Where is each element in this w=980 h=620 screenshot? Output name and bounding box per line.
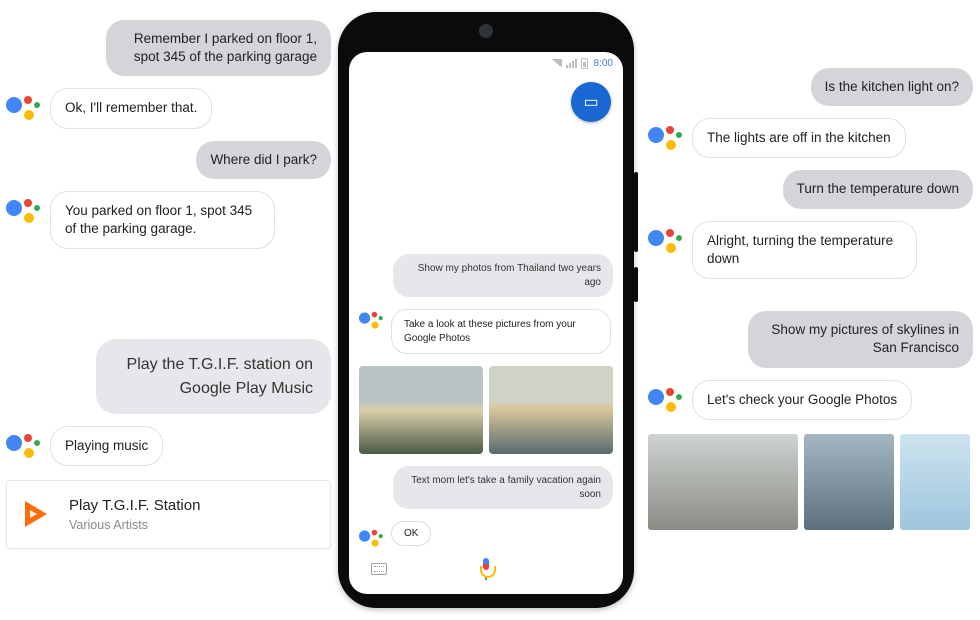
photo-thumbnail[interactable] <box>648 434 798 530</box>
user-message: Text mom let's take a family vacation ag… <box>393 466 613 509</box>
user-message: Show my photos from Thailand two years a… <box>393 254 613 297</box>
assistant-logo-icon <box>648 122 684 150</box>
signal-icon <box>566 59 577 68</box>
music-artist: Various Artists <box>69 518 200 532</box>
chat-icon: ▭ <box>583 92 598 112</box>
ok-chip[interactable]: OK <box>391 521 431 546</box>
wifi-icon <box>552 59 562 67</box>
phone-screen: 8:00 ▭ Show my photos from Thailand two … <box>349 52 623 594</box>
status-bar: 8:00 <box>349 52 623 74</box>
assistant-message: Alright, turning the temperature down <box>692 221 917 279</box>
assistant-logo-icon <box>648 384 684 412</box>
photo-thumbnail[interactable] <box>900 434 970 530</box>
battery-icon <box>581 58 588 69</box>
assistant-logo-icon <box>648 225 684 253</box>
keyboard-icon[interactable] <box>371 563 387 575</box>
user-message: Turn the temperature down <box>783 170 973 208</box>
photo-results[interactable] <box>648 434 973 530</box>
phone-mockup: 8:00 ▭ Show my photos from Thailand two … <box>338 0 643 620</box>
assistant-logo-icon <box>359 309 384 329</box>
assistant-logo-icon <box>359 527 384 547</box>
assistant-message: Take a look at these pictures from your … <box>391 309 611 354</box>
mic-icon[interactable] <box>479 558 493 580</box>
play-music-icon <box>25 501 51 527</box>
assistant-message: Let's check your Google Photos <box>692 380 912 420</box>
photo-results[interactable] <box>359 366 613 454</box>
status-clock: 8:00 <box>594 58 613 69</box>
assistant-message: You parked on floor 1, spot 345 of the p… <box>50 191 275 249</box>
user-message: Is the kitchen light on? <box>811 68 973 106</box>
left-conversation: Remember I parked on floor 1, spot 345 o… <box>6 0 331 620</box>
messages-fab[interactable]: ▭ <box>571 82 611 122</box>
right-conversation: Is the kitchen light on? The lights are … <box>648 0 973 620</box>
music-card[interactable]: Play T.G.I.F. Station Various Artists <box>6 480 331 549</box>
photo-thumbnail[interactable] <box>489 366 613 454</box>
assistant-message: The lights are off in the kitchen <box>692 118 906 158</box>
assistant-logo-icon <box>6 92 42 120</box>
assistant-message: Ok, I'll remember that. <box>50 88 212 128</box>
music-title: Play T.G.I.F. Station <box>69 497 200 514</box>
photo-thumbnail[interactable] <box>804 434 894 530</box>
user-message: Play the T.G.I.F. station on Google Play… <box>96 339 331 413</box>
photo-thumbnail[interactable] <box>359 366 483 454</box>
user-message: Show my pictures of skylines in San Fran… <box>748 311 973 367</box>
input-bar <box>359 550 613 588</box>
user-message: Where did I park? <box>196 141 331 179</box>
assistant-logo-icon <box>6 430 42 458</box>
assistant-message: Playing music <box>50 426 163 466</box>
assistant-logo-icon <box>6 195 42 223</box>
user-message: Remember I parked on floor 1, spot 345 o… <box>106 20 331 76</box>
